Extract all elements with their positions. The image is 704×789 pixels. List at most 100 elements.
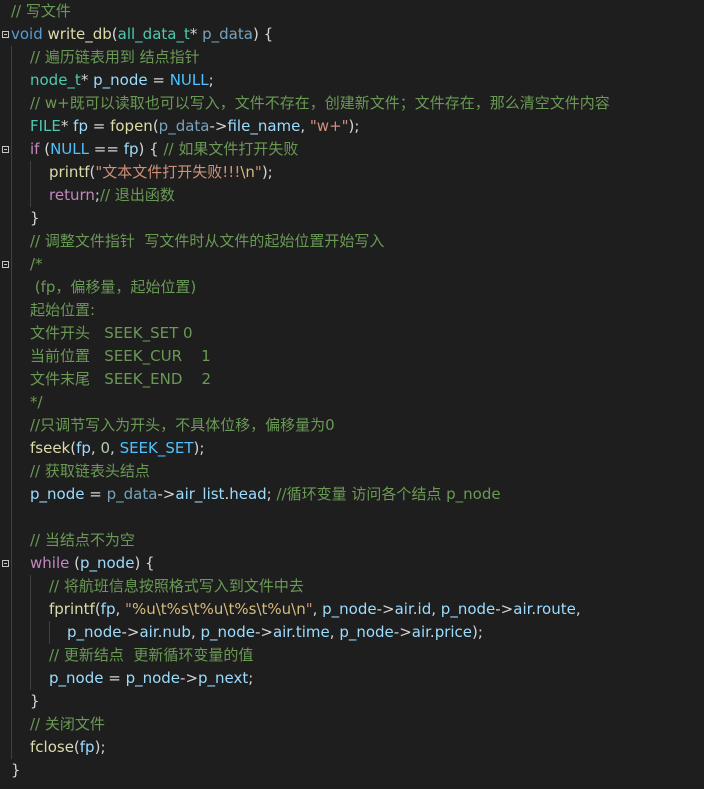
code-token: %u [267,600,292,618]
code-token: p_node [339,623,394,641]
code-token: p_data [202,25,253,43]
code-token: //循环变量 访问各个结点 p_node [276,485,501,503]
code-token: , [110,439,120,457]
code-line[interactable]: 起始位置: [0,299,704,322]
code-line[interactable]: } [0,207,704,230]
code-line[interactable]: // 调整文件指针 写文件时从文件的起始位置开始写入 [0,230,704,253]
code-token: fprintf [49,600,95,618]
code-token: // 遍历链表用到 结点指针 [30,48,200,66]
code-token: node_t [30,71,81,89]
code-line[interactable]: fseek(fp, 0, SEEK_SET); [0,437,704,460]
code-line[interactable]: // 将航班信息按照格式写入到文件中去 [0,575,704,598]
code-token: // 调整文件指针 写文件时从文件的起始位置开始写入 [30,232,385,250]
code-line[interactable]: //只调节写入为开头，不具体位移，偏移量为0 [0,414,704,437]
code-token: ( [39,140,51,158]
code-line[interactable]: FILE* fp = fopen(p_data->file_name, "w+"… [0,115,704,138]
code-token: %s [166,600,189,618]
code-token: fp [73,117,88,135]
code-token: -> [180,669,199,687]
code-token: p_node [30,485,85,503]
code-line[interactable]: return;// 退出函数 [0,184,704,207]
code-token: } [30,692,40,710]
code-editor[interactable]: // 写文件 void write_db(all_data_t* p_data) … [0,0,704,789]
code-line[interactable]: // 更新结点 更新循环变量的值 [0,644,704,667]
code-token: // 将航班信息按照格式写入到文件中去 [49,577,304,595]
code-token: p_node [200,623,255,641]
code-token: %u [131,600,156,618]
code-token: " [254,163,262,181]
code-token: ); [348,117,360,135]
code-token: 文件开头 SEEK_SET 0 [30,324,193,342]
code-token: // 如果文件打开失败 [163,140,299,158]
code-line[interactable]: while (p_node) { [0,552,704,575]
code-token: nub [162,623,191,641]
code-token: ) { [138,140,164,158]
code-line[interactable]: node_t* p_node = NULL; [0,69,704,92]
code-token: 0 [100,439,111,457]
code-token: -> [376,600,395,618]
code-line[interactable]: 当前位置 SEEK_CUR 1 [0,345,704,368]
code-token: = [84,485,107,503]
code-token: // w+既可以读取也可以写入，文件不存在，创建新文件；文件存在，那么清空文件内… [30,94,610,112]
code-line[interactable]: } [0,759,704,782]
code-line[interactable]: (fp，偏移量，起始位置) [0,276,704,299]
code-line[interactable]: fclose(fp); [0,736,704,759]
code-token: ) { [252,25,274,43]
code-token: time [295,623,330,641]
code-token: -> [254,623,273,641]
code-token: p_node [125,669,181,687]
code-token: \n [240,163,255,181]
code-token: * [60,117,74,135]
code-line[interactable]: p_node = p_data->air_list.head; //循环变量 访… [0,483,704,506]
code-line[interactable]: // 关闭文件 [0,713,704,736]
code-line[interactable] [0,506,704,529]
code-line[interactable]: // 当结点不为空 [0,529,704,552]
code-line[interactable]: // w+既可以读取也可以写入，文件不存在，创建新文件；文件存在，那么清空文件内… [0,92,704,115]
code-line[interactable]: // 遍历链表用到 结点指针 [0,46,704,69]
code-line[interactable]: void write_db(all_data_t* p_data) { [0,23,704,46]
code-token: all_data_t [117,25,190,43]
code-token: = [103,669,126,687]
code-token: ; [266,485,277,503]
code-token: p_data [158,117,210,135]
code-token: fp [76,439,91,457]
code-line[interactable]: // 写文件 [0,0,704,23]
code-token: } [11,761,21,779]
code-line[interactable]: */ [0,391,704,414]
code-token: ); [94,738,106,756]
code-line[interactable]: fprintf(fp, "%u\t%s\t%u\t%s\t%u\n", p_no… [0,598,704,621]
code-line[interactable]: p_node = p_node->p_next; [0,667,704,690]
code-token: , [300,117,310,135]
code-token: route [536,600,576,618]
code-line[interactable]: if (NULL == fp) { // 如果文件打开失败 [0,138,704,161]
code-token: fseek [30,439,71,457]
code-token: ); [472,623,483,641]
code-line[interactable]: 文件开头 SEEK_SET 0 [0,322,704,345]
code-line[interactable]: p_node->air.nub, p_node->air.time, p_nod… [0,621,704,644]
code-token: } [30,209,40,227]
code-token: air [272,623,292,641]
code-token: \t [256,600,268,618]
code-token: p_node [79,554,135,572]
code-line[interactable]: // 获取链表头结点 [0,460,704,483]
code-line[interactable]: /* [0,253,704,276]
code-line[interactable]: printf("文本文件打开失败!!!\n"); [0,161,704,184]
code-token: , [312,600,323,618]
code-token: p_next [198,669,249,687]
code-token: 当前位置 SEEK_CUR 1 [30,347,211,365]
code-line[interactable]: 文件末尾 SEEK_END 2 [0,368,704,391]
code-token: fp [123,140,139,158]
code-token: fp [100,600,116,618]
code-token: // 更新结点 更新循环变量的值 [49,646,254,664]
code-token: , [115,600,126,618]
code-token: p_node [67,623,122,641]
code-token: file_name [227,117,301,135]
code-token: ; [208,71,214,89]
code-token: head [229,485,267,503]
code-token: */ [30,393,43,411]
code-token: \t [188,600,200,618]
code-token: p_node [49,669,104,687]
code-token: " [305,600,313,618]
code-token: ( [69,554,80,572]
code-line[interactable]: } [0,690,704,713]
